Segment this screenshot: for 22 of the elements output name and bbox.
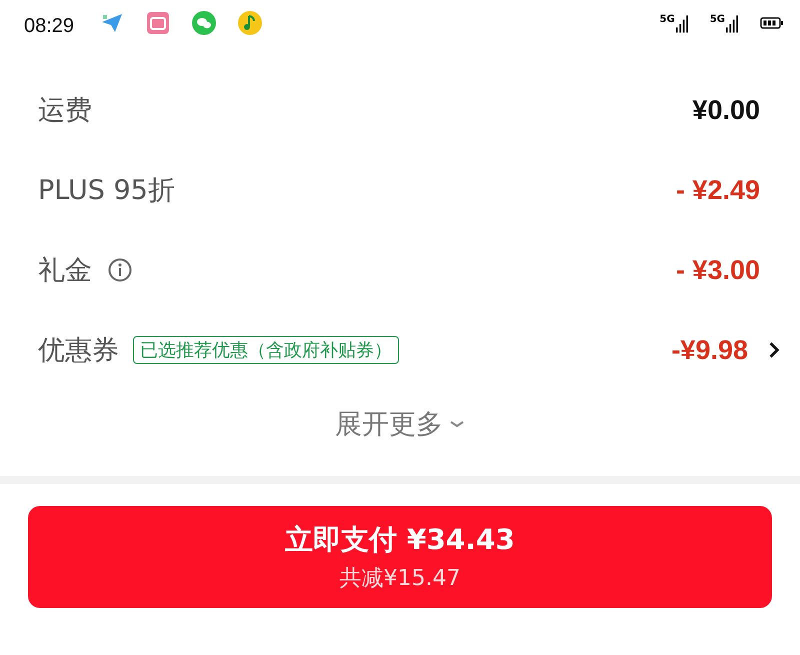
amount: ¥0.00 [692, 94, 760, 126]
battery-icon [760, 17, 784, 29]
row-label: 优惠券 [38, 334, 119, 368]
status-time: 08:29 [24, 14, 74, 38]
amount: - ¥3.00 [676, 254, 760, 286]
signal-icon [726, 14, 738, 34]
music-note-icon [238, 11, 262, 35]
expand-more-button[interactable]: 展开更多 [331, 402, 469, 446]
chevron-right-icon[interactable] [768, 341, 780, 359]
coupon-tag: 已选推荐优惠（含政府补贴券） [133, 336, 399, 364]
network-type: 5G [660, 14, 675, 25]
chevron-down-icon [449, 419, 465, 429]
chat-icon [192, 11, 216, 35]
info-icon[interactable] [108, 258, 132, 282]
row-label: 运费 [38, 94, 92, 128]
row-label: 礼金 [38, 254, 92, 288]
network-type: 5G [710, 14, 725, 25]
pay-button[interactable]: 立即支付 ¥34.43 共减¥15.47 [28, 506, 772, 608]
row-label: PLUS 95折 [38, 174, 175, 208]
amount: -¥9.98 [671, 334, 748, 366]
amount: - ¥2.49 [676, 174, 760, 206]
signal-icon [676, 14, 688, 34]
